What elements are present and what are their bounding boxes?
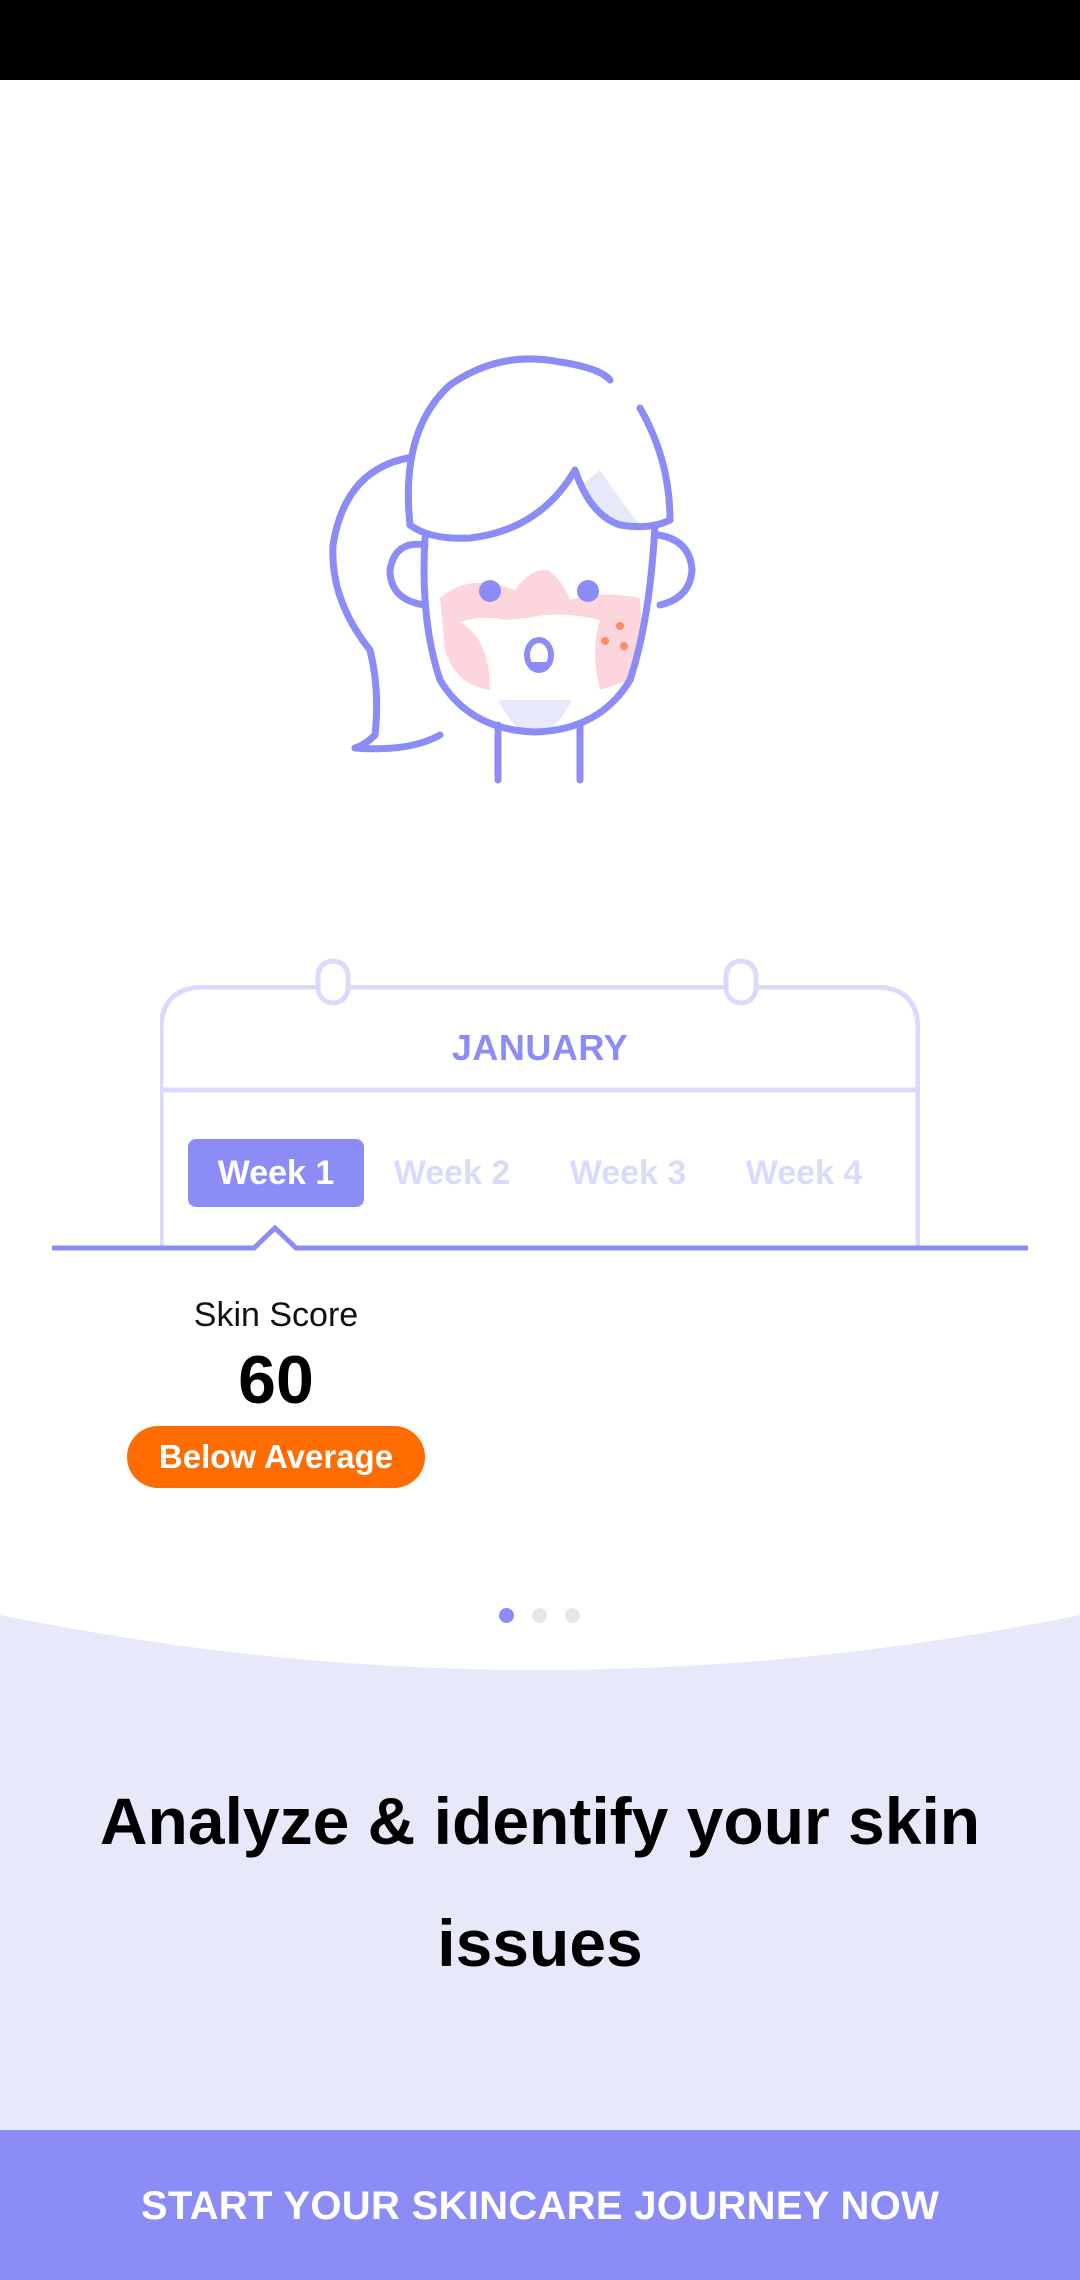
tab-week-2[interactable]: Week 2 bbox=[364, 1139, 540, 1207]
left-eye bbox=[479, 580, 501, 602]
page-dot-active[interactable] bbox=[499, 1608, 514, 1623]
week-calendar: JANUARY Week 1 Week 2 Week 3 Week 4 bbox=[160, 955, 920, 1250]
girl-face-illustration-icon bbox=[329, 355, 696, 784]
tab-week-3[interactable]: Week 3 bbox=[540, 1139, 716, 1207]
tab-week-4[interactable]: Week 4 bbox=[716, 1139, 892, 1207]
onboarding-headline: Analyze & identify your skin issues bbox=[40, 1760, 1040, 2004]
onboarding-screen: JANUARY Week 1 Week 2 Week 3 Week 4 Skin… bbox=[0, 0, 1080, 2280]
skin-score-card: Skin Score 60 Below Average bbox=[124, 1290, 428, 1488]
status-bar bbox=[0, 0, 1080, 80]
tab-week-1[interactable]: Week 1 bbox=[188, 1139, 364, 1207]
month-label: JANUARY bbox=[451, 1027, 629, 1068]
right-ear bbox=[654, 531, 696, 609]
selected-week-pointer bbox=[52, 1224, 1028, 1251]
calendar-rings bbox=[315, 958, 759, 1006]
skin-score-value: 60 bbox=[238, 1342, 314, 1418]
page-indicator bbox=[490, 1608, 590, 1624]
right-eye bbox=[577, 580, 599, 602]
freckle bbox=[616, 622, 624, 630]
skin-score-rating-badge: Below Average bbox=[127, 1426, 425, 1488]
hair-top bbox=[404, 355, 614, 529]
left-ear bbox=[386, 540, 429, 609]
freckle bbox=[601, 637, 609, 645]
calendar-frame bbox=[160, 985, 920, 1250]
page-dot[interactable] bbox=[532, 1608, 547, 1623]
page-dot[interactable] bbox=[565, 1608, 580, 1623]
skin-score-label: Skin Score bbox=[193, 1296, 359, 1334]
freckle bbox=[620, 642, 628, 650]
start-journey-button[interactable]: START YOUR SKINCARE JOURNEY NOW bbox=[0, 2130, 1080, 2280]
headline-line-2: issues bbox=[437, 1906, 643, 1980]
headline-line-1: Analyze & identify your skin bbox=[99, 1784, 981, 1858]
